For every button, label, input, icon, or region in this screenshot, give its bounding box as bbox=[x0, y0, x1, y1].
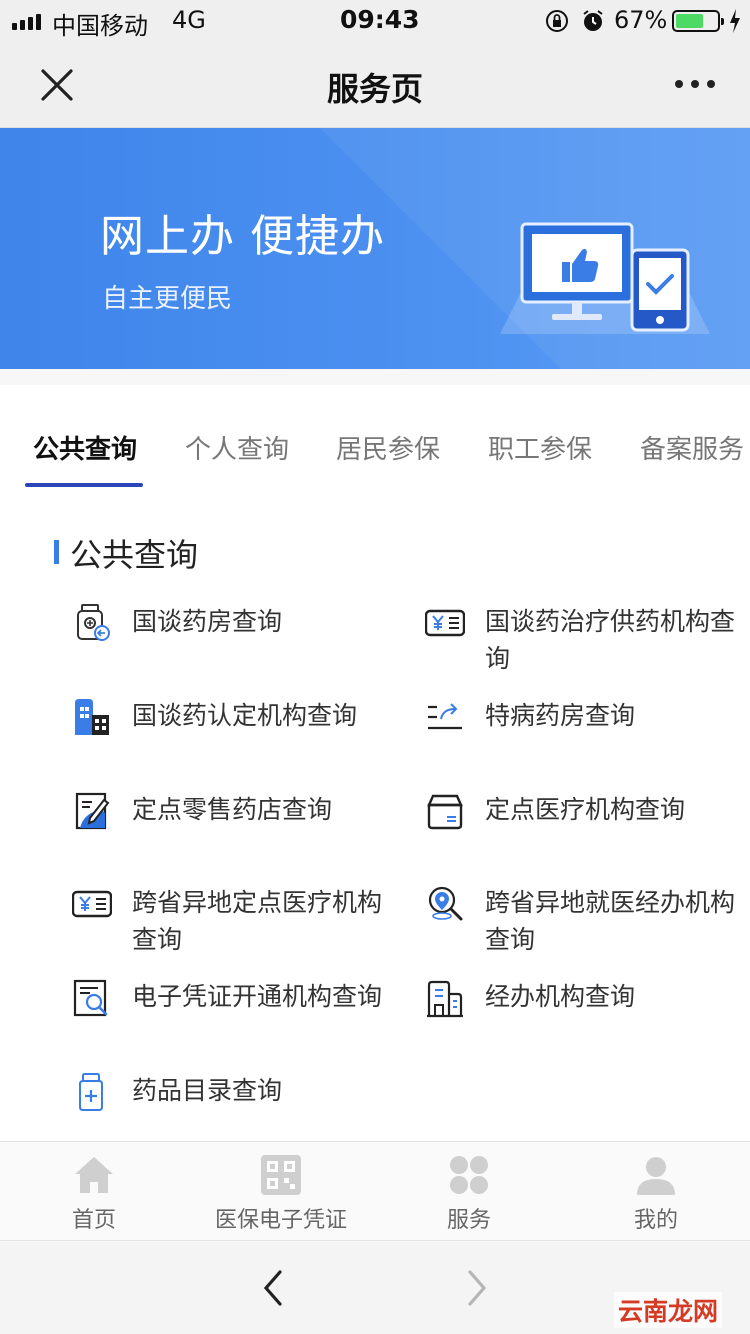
more-icon[interactable] bbox=[674, 78, 716, 90]
tabbar-label: 服务 bbox=[446, 1208, 491, 1233]
list-share-icon bbox=[428, 703, 462, 730]
service-item-label: 国谈药房查询 bbox=[132, 607, 283, 636]
page-title: 服务页 bbox=[326, 70, 423, 108]
section-accent-bar bbox=[54, 540, 59, 564]
bottom-tab-bar: 首页 医保电子凭证 服务 我的 bbox=[0, 1141, 750, 1241]
office-building-icon bbox=[427, 980, 463, 1018]
banner-subtitle: 自主更便民 bbox=[102, 284, 233, 314]
yuan-card-icon bbox=[72, 890, 112, 918]
hero-banner: 网上办 便捷办 自主更便民 bbox=[0, 128, 750, 369]
content-card: 公共查询 个人查询 居民参保 职工参保 备案服务 公共查询 国谈药房查询 国谈药… bbox=[0, 385, 750, 1141]
service-item-label: 药品目录查询 bbox=[132, 1076, 283, 1105]
service-item-label: 国谈药认定机构查询 bbox=[132, 701, 358, 730]
charging-bolt-icon bbox=[730, 9, 740, 33]
battery-percent: 67% bbox=[614, 6, 668, 34]
banner-headline: 网上办 便捷办 bbox=[100, 211, 385, 262]
signal-icon bbox=[12, 12, 41, 30]
tabbar-label: 首页 bbox=[71, 1208, 116, 1233]
pharmacy-bottle-icon bbox=[77, 604, 110, 641]
box-icon bbox=[427, 794, 463, 830]
building-icon bbox=[75, 699, 109, 735]
tabbar-item-home[interactable]: 首页 bbox=[44, 1142, 144, 1242]
battery-icon bbox=[672, 10, 724, 32]
service-item-label: 国谈药治疗供药机构查询 bbox=[485, 607, 736, 673]
tab-public-query[interactable]: 公共查询 bbox=[33, 429, 137, 466]
carrier-name: 中国移动 bbox=[52, 12, 148, 40]
qr-code-icon bbox=[261, 1155, 301, 1195]
tabbar-item-me[interactable]: 我的 bbox=[606, 1142, 706, 1242]
tabbar-item-services[interactable]: 服务 bbox=[419, 1142, 519, 1242]
active-tab-indicator bbox=[25, 483, 143, 487]
tabbar-label: 我的 bbox=[633, 1208, 678, 1233]
document-search-icon bbox=[73, 979, 108, 1017]
service-item-label: 经办机构查询 bbox=[485, 982, 636, 1011]
alarm-icon bbox=[583, 10, 603, 31]
yuan-card-icon bbox=[425, 609, 465, 637]
service-item-label: 定点医疗机构查询 bbox=[485, 795, 686, 824]
status-bar: 中国移动 4G 09:43 67% bbox=[0, 0, 750, 42]
computer-thumbs-up-illustration bbox=[500, 222, 710, 334]
service-item-label: 定点零售药店查询 bbox=[132, 795, 333, 824]
service-item-label: 跨省异地就医经办机构查询 bbox=[485, 888, 736, 954]
battery-fill bbox=[676, 14, 703, 28]
orientation-lock-icon bbox=[546, 10, 568, 32]
tab-personal-query[interactable]: 个人查询 bbox=[185, 429, 289, 466]
tabbar-label: 医保电子凭证 bbox=[214, 1208, 347, 1233]
network-type: 4G bbox=[172, 6, 206, 34]
clock: 09:43 bbox=[340, 5, 420, 34]
grid-icon bbox=[450, 1156, 488, 1194]
category-tabs: 公共查询 个人查询 居民参保 职工参保 备案服务 bbox=[0, 385, 750, 495]
medicine-bottle-icon bbox=[79, 1073, 103, 1111]
back-arrow-icon[interactable] bbox=[258, 1268, 288, 1308]
service-item-label: 电子凭证开通机构查询 bbox=[132, 982, 383, 1011]
tab-filing-service[interactable]: 备案服务 bbox=[640, 429, 744, 466]
edit-document-icon bbox=[75, 792, 110, 830]
location-search-icon bbox=[428, 886, 463, 921]
nav-bar: 服务页 bbox=[0, 42, 750, 128]
home-icon bbox=[75, 1157, 113, 1193]
section-title: 公共查询 bbox=[70, 536, 199, 574]
watermark: 云南龙网 bbox=[614, 1292, 723, 1328]
service-item-label: 特病药房查询 bbox=[485, 701, 636, 730]
user-icon bbox=[637, 1157, 675, 1195]
service-item-label: 跨省异地定点医疗机构查询 bbox=[132, 888, 383, 954]
tabbar-item-e-voucher[interactable]: 医保电子凭证 bbox=[206, 1142, 356, 1242]
forward-arrow-icon[interactable] bbox=[462, 1268, 492, 1308]
tab-resident-insurance[interactable]: 居民参保 bbox=[336, 429, 440, 466]
tab-employee-insurance[interactable]: 职工参保 bbox=[488, 429, 592, 466]
